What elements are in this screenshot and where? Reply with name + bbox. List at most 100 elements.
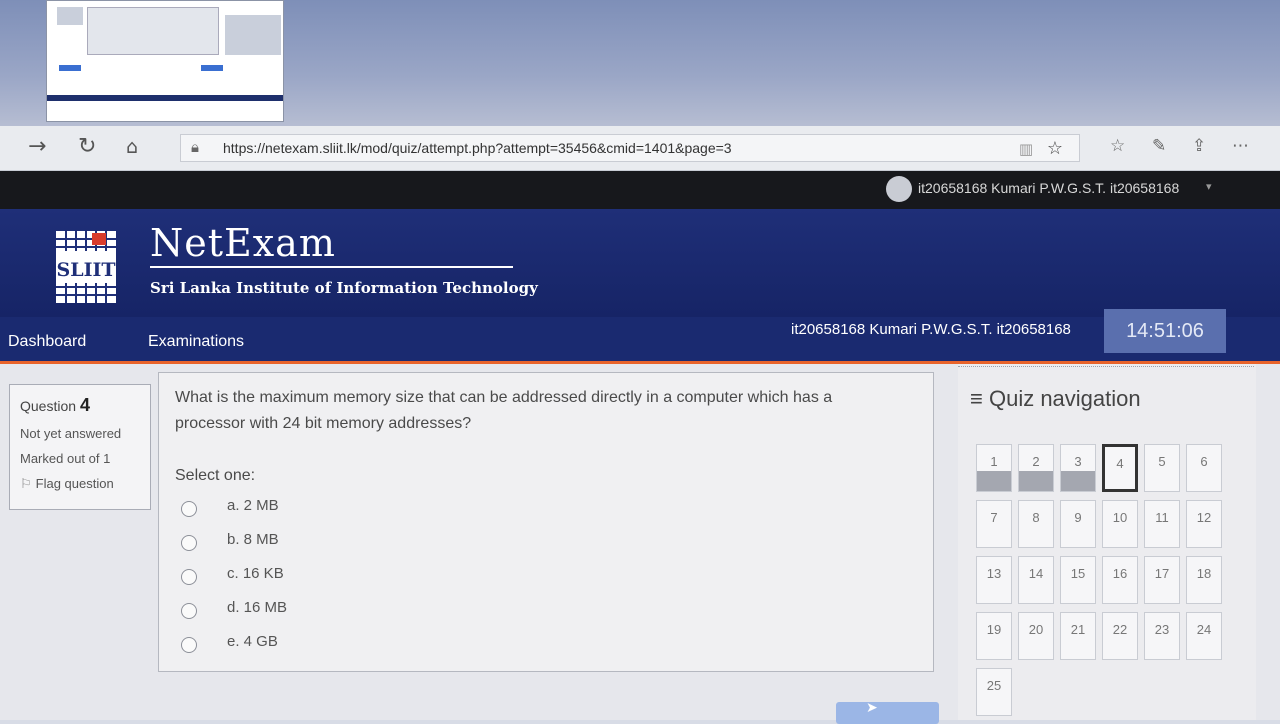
- quiz-nav-number[interactable]: 20: [1019, 613, 1053, 637]
- question-marks: Marked out of 1: [20, 451, 111, 466]
- quiz-nav-button[interactable]: 1: [976, 444, 1012, 492]
- quiz-nav-button[interactable]: 15: [1060, 556, 1096, 604]
- answer-radio[interactable]: [181, 637, 197, 653]
- quiz-nav-button[interactable]: 13: [976, 556, 1012, 604]
- quiz-nav-button[interactable]: 6: [1186, 444, 1222, 492]
- share-icon[interactable]: ⇪: [1192, 136, 1206, 156]
- favorite-star-icon[interactable]: ☆: [1047, 138, 1063, 159]
- quiz-nav-button[interactable]: 22: [1102, 612, 1138, 660]
- question-info-panel: Question 4 Not yet answered Marked out o…: [9, 384, 151, 510]
- quiz-nav-number[interactable]: 23: [1145, 613, 1179, 637]
- answer-radio[interactable]: [181, 501, 197, 517]
- next-page-button[interactable]: [836, 702, 939, 724]
- brand-name[interactable]: NetExam: [150, 221, 336, 265]
- quiz-timer: 14:51:06: [1104, 309, 1226, 353]
- more-menu-icon[interactable]: ⋯: [1232, 136, 1249, 156]
- sliit-logo: SLIIT: [56, 231, 116, 303]
- institute-name: Sri Lanka Institute of Information Techn…: [150, 279, 538, 297]
- quiz-nav-number[interactable]: 6: [1187, 445, 1221, 469]
- quiz-nav-button[interactable]: 4: [1102, 444, 1138, 492]
- address-bar[interactable]: 🔒︎ https://netexam.sliit.lk/mod/quiz/att…: [180, 134, 1080, 162]
- user-menu-name[interactable]: it20658168 Kumari P.W.G.S.T. it20658168: [918, 180, 1179, 196]
- answer-label[interactable]: a. 2 MB: [227, 497, 279, 514]
- quiz-nav-button[interactable]: 2: [1018, 444, 1054, 492]
- quiz-nav-number[interactable]: 10: [1103, 501, 1137, 525]
- nav-dashboard[interactable]: Dashboard: [8, 333, 86, 351]
- refresh-icon[interactable]: ↻: [78, 134, 96, 160]
- quiz-nav-number[interactable]: 3: [1061, 445, 1095, 469]
- chevron-down-icon[interactable]: ▾: [1206, 180, 1212, 193]
- quiz-nav-button[interactable]: 25: [976, 668, 1012, 716]
- quiz-nav-number[interactable]: 2: [1019, 445, 1053, 469]
- menu-icon[interactable]: ≡: [970, 386, 983, 411]
- quiz-nav-number[interactable]: 15: [1061, 557, 1095, 581]
- quiz-nav-number[interactable]: 21: [1061, 613, 1095, 637]
- quiz-nav-number[interactable]: 7: [977, 501, 1011, 525]
- quiz-nav-number[interactable]: 18: [1187, 557, 1221, 581]
- question-number-value: 4: [79, 395, 90, 415]
- quiz-nav-number[interactable]: 1: [977, 445, 1011, 469]
- quiz-nav-button[interactable]: 3: [1060, 444, 1096, 492]
- page-content: Question 4 Not yet answered Marked out o…: [0, 364, 1280, 724]
- quiz-nav-button[interactable]: 11: [1144, 500, 1180, 548]
- forward-icon[interactable]: →: [28, 134, 46, 160]
- favorites-hub-icon[interactable]: ☆: [1110, 136, 1125, 156]
- quiz-nav-number[interactable]: 11: [1145, 501, 1179, 525]
- answer-radio[interactable]: [181, 569, 197, 585]
- quiz-nav-button[interactable]: 20: [1018, 612, 1054, 660]
- quiz-nav-number[interactable]: 8: [1019, 501, 1053, 525]
- url-text: https://netexam.sliit.lk/mod/quiz/attemp…: [223, 140, 732, 156]
- lock-icon: 🔒︎: [191, 138, 199, 156]
- quiz-nav-number[interactable]: 5: [1145, 445, 1179, 469]
- answer-label[interactable]: e. 4 GB: [227, 633, 278, 650]
- quiz-nav-number[interactable]: 16: [1103, 557, 1137, 581]
- quiz-nav-number[interactable]: 9: [1061, 501, 1095, 525]
- quiz-nav-number[interactable]: 19: [977, 613, 1011, 637]
- quiz-nav-number[interactable]: 24: [1187, 613, 1221, 637]
- question-text: What is the maximum memory size that can…: [175, 389, 833, 432]
- quiz-nav-number[interactable]: 4: [1105, 447, 1135, 471]
- nav-examinations[interactable]: Examinations: [148, 333, 244, 351]
- quiz-nav-number[interactable]: 13: [977, 557, 1011, 581]
- question-box: What is the maximum memory size that can…: [158, 372, 934, 672]
- quiz-nav-button[interactable]: 12: [1186, 500, 1222, 548]
- panel-divider: [958, 366, 1254, 368]
- reading-view-icon[interactable]: ▥: [1019, 140, 1033, 158]
- answer-radio[interactable]: [181, 603, 197, 619]
- quiz-nav-number[interactable]: 12: [1187, 501, 1221, 525]
- quiz-nav-number[interactable]: 17: [1145, 557, 1179, 581]
- quiz-nav-button[interactable]: 21: [1060, 612, 1096, 660]
- quiz-nav-button[interactable]: 14: [1018, 556, 1054, 604]
- quiz-nav-button[interactable]: 23: [1144, 612, 1180, 660]
- quiz-nav-button[interactable]: 19: [976, 612, 1012, 660]
- avatar[interactable]: [886, 176, 912, 202]
- site-banner: SLIIT NetExam Sri Lanka Institute of Inf…: [0, 209, 1280, 317]
- quiz-nav-button[interactable]: 5: [1144, 444, 1180, 492]
- quiz-nav-button[interactable]: 16: [1102, 556, 1138, 604]
- flag-question-label[interactable]: Flag question: [36, 476, 114, 491]
- quiz-nav-button[interactable]: 24: [1186, 612, 1222, 660]
- flag-question-link[interactable]: ⚐ Flag question: [20, 476, 140, 492]
- home-icon[interactable]: ⌂: [126, 134, 138, 160]
- answer-label[interactable]: c. 16 KB: [227, 565, 284, 582]
- answer-radio[interactable]: [181, 535, 197, 551]
- quiz-nav-button[interactable]: 17: [1144, 556, 1180, 604]
- answer-label[interactable]: d. 16 MB: [227, 599, 287, 616]
- answer-label[interactable]: b. 8 MB: [227, 531, 279, 548]
- quiz-nav-button[interactable]: 8: [1018, 500, 1054, 548]
- quiz-nav-number[interactable]: 14: [1019, 557, 1053, 581]
- window-thumbnail[interactable]: [46, 0, 284, 122]
- quiz-nav-button[interactable]: 7: [976, 500, 1012, 548]
- quiz-nav-button[interactable]: 18: [1186, 556, 1222, 604]
- quiz-nav-button[interactable]: 10: [1102, 500, 1138, 548]
- quiz-nav-number[interactable]: 25: [977, 669, 1011, 693]
- quiz-nav-number[interactable]: 22: [1103, 613, 1137, 637]
- brand-underline: [150, 266, 513, 268]
- quiz-navigation-label[interactable]: Quiz navigation: [989, 386, 1141, 411]
- quiz-navigation-title[interactable]: ≡ Quiz navigation: [970, 386, 1141, 412]
- notes-pen-icon[interactable]: ✎: [1152, 136, 1166, 156]
- browser-toolbar: → ↻ ⌂ 🔒︎ https://netexam.sliit.lk/mod/qu…: [0, 126, 1280, 171]
- quiz-nav-button[interactable]: 9: [1060, 500, 1096, 548]
- flag-icon[interactable]: ⚐: [20, 476, 32, 491]
- mouse-cursor-icon: ➤: [866, 700, 878, 716]
